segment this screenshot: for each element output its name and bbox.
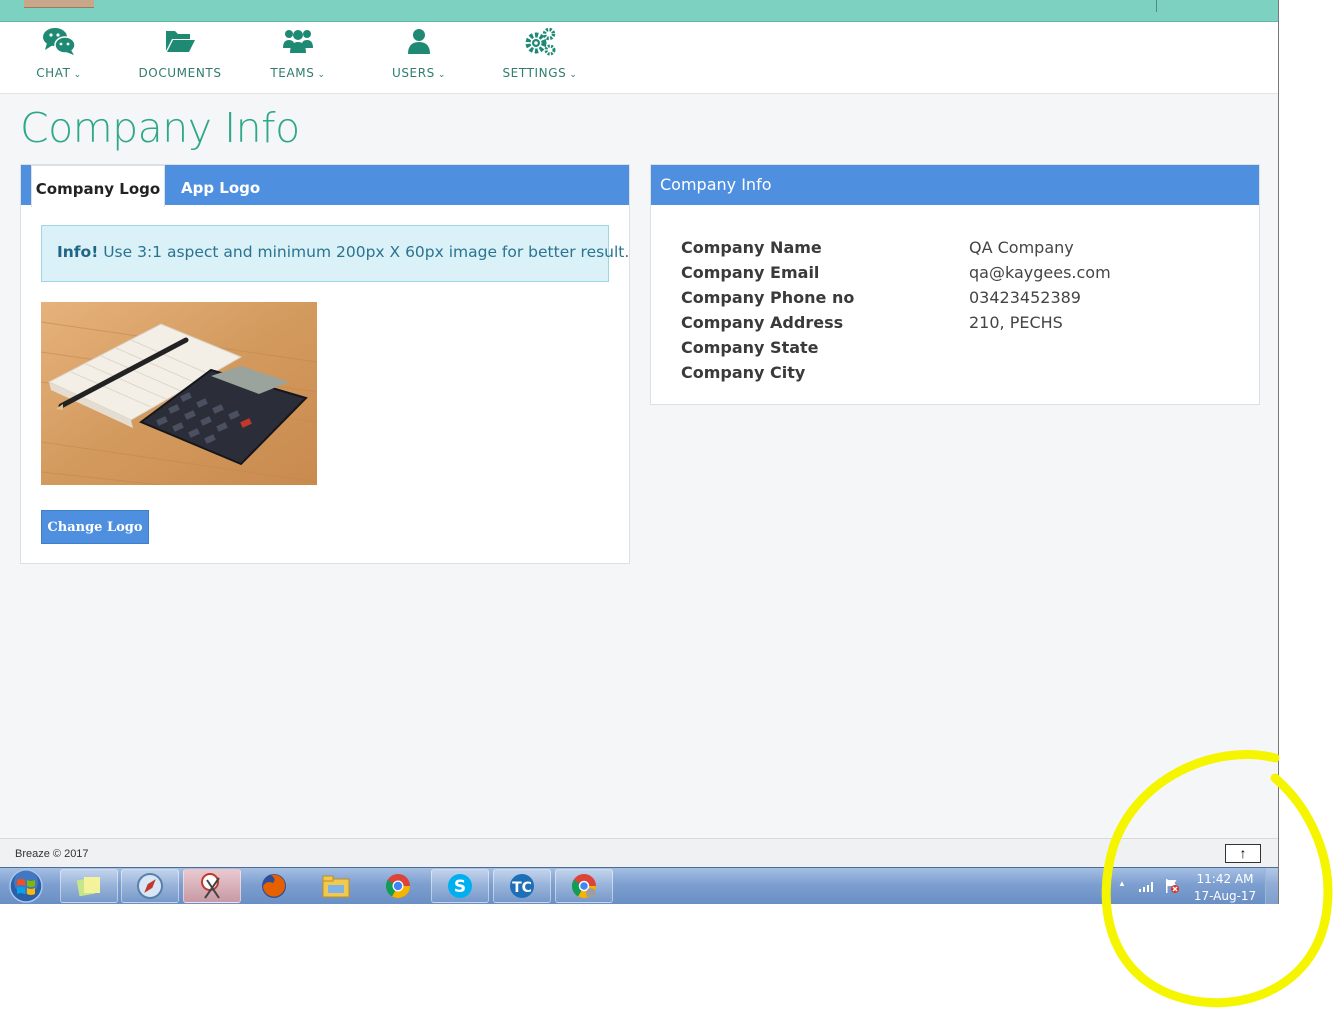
chat-icon: [43, 28, 76, 55]
skype-icon: S: [448, 874, 472, 898]
action-center-flag-icon[interactable]: [1163, 877, 1181, 895]
header-divider: [1156, 0, 1157, 12]
scroll-to-top-button[interactable]: ↑: [1225, 844, 1261, 863]
info-alert-strong: Info!: [57, 243, 99, 261]
footer-copyright: Breaze © 2017: [15, 848, 89, 860]
taskbar-file-explorer[interactable]: [307, 869, 365, 903]
info-alert: Info! Use 3:1 aspect and minimum 200px X…: [41, 225, 629, 282]
tab-company-logo[interactable]: Company Logo: [31, 165, 165, 207]
logo-tab-bar: Company Logo App Logo: [21, 165, 629, 207]
nav-label-chat: CHAT ⌄: [36, 66, 82, 80]
taskbar-chrome[interactable]: [369, 869, 427, 903]
info-row-company-email: Company Email qa@kaygees.com: [681, 263, 1241, 288]
header-thumbnail: [24, 0, 94, 8]
company-info-header: Company Info: [651, 165, 1259, 205]
start-button[interactable]: [5, 868, 47, 904]
info-value: qa@kaygees.com: [969, 263, 1111, 282]
chevron-down-icon: ⌄: [437, 70, 447, 80]
info-value: QA Company: [969, 238, 1074, 257]
info-label: Company Phone no: [681, 288, 855, 307]
tab-app-logo[interactable]: App Logo: [181, 165, 260, 205]
nav-label-users: USERS ⌄: [391, 66, 447, 80]
info-row-company-city: Company City: [681, 363, 1241, 388]
chevron-down-icon: ⌄: [73, 70, 82, 80]
teamcity-icon: TC: [510, 874, 534, 898]
tray-expand-icon[interactable]: ▲: [1118, 879, 1126, 888]
chrome-icon: [385, 874, 410, 899]
info-value: 210, PECHS: [969, 313, 1063, 332]
snipping-tool-icon: [201, 873, 220, 899]
nav-label-settings: SETTINGS ⌄: [502, 66, 578, 80]
users-group-icon: [283, 30, 313, 53]
svg-text:S: S: [454, 877, 466, 897]
taskbar-snipping-tool[interactable]: [183, 869, 241, 903]
network-signal-icon[interactable]: [1138, 879, 1156, 893]
nav-item-users[interactable]: USERS ⌄: [387, 22, 451, 94]
gears-icon: [525, 27, 556, 56]
info-alert-text: Use 3:1 aspect and minimum 200px X 60px …: [98, 243, 630, 261]
info-label: Company Address: [681, 313, 844, 332]
windows-taskbar: S TC ▲ 11:42 AM 17-Aug-17: [0, 867, 1278, 904]
nav-item-teams[interactable]: TEAMS ⌄: [265, 22, 331, 94]
chevron-down-icon: ⌄: [569, 70, 578, 80]
taskbar-chrome-canary[interactable]: [555, 869, 613, 903]
page-footer: Breaze © 2017 ↑: [0, 838, 1278, 867]
taskbar-skype[interactable]: S: [431, 869, 489, 903]
main-navigation: CHAT ⌄ DOCUMENTS TEAMS ⌄ USERS ⌄ SETTING…: [0, 22, 1278, 94]
info-row-company-phone: Company Phone no 03423452389: [681, 288, 1241, 313]
info-label: Company City: [681, 363, 806, 382]
company-info-panel: Company Info Company Name QA Company Com…: [650, 164, 1260, 405]
taskbar-sticky-notes[interactable]: [60, 869, 118, 903]
top-header-bar: [0, 0, 1278, 22]
info-label: Company Name: [681, 238, 822, 257]
page-title: Company Info: [20, 104, 300, 152]
clock-time[interactable]: 11:42 AM: [1190, 872, 1260, 886]
file-explorer-icon: [322, 875, 350, 898]
browser-screen: CHAT ⌄ DOCUMENTS TEAMS ⌄ USERS ⌄ SETTING…: [0, 0, 1279, 904]
clock-date[interactable]: 17-Aug-17: [1190, 889, 1260, 903]
folder-open-icon: [166, 31, 195, 52]
nav-item-chat[interactable]: CHAT ⌄: [24, 22, 94, 94]
firefox-icon: [262, 874, 286, 898]
sticky-notes-icon: [76, 877, 100, 897]
info-row-company-state: Company State: [681, 338, 1241, 363]
arrow-up-icon: ↑: [1239, 845, 1247, 861]
taskbar-firefox[interactable]: [245, 869, 303, 903]
nav-item-documents[interactable]: DOCUMENTS: [138, 22, 222, 94]
safari-icon: [137, 873, 163, 899]
nav-item-settings[interactable]: SETTINGS ⌄: [497, 22, 583, 94]
taskbar-teamcity[interactable]: TC: [493, 869, 551, 903]
show-desktop-button[interactable]: [1265, 868, 1278, 904]
company-logo-image: [41, 302, 317, 485]
nav-label-teams: TEAMS ⌄: [270, 66, 326, 80]
info-label: Company Email: [681, 263, 820, 282]
svg-text:TC: TC: [512, 880, 532, 896]
info-row-company-name: Company Name QA Company: [681, 238, 1241, 263]
user-icon: [408, 29, 430, 54]
logo-panel: Company Logo App Logo Info! Use 3:1 aspe…: [20, 164, 630, 564]
chrome-canary-icon: [571, 874, 596, 899]
nav-label-documents: DOCUMENTS: [138, 66, 222, 80]
info-label: Company State: [681, 338, 819, 357]
change-logo-button[interactable]: Change Logo: [41, 510, 149, 544]
info-row-company-address: Company Address 210, PECHS: [681, 313, 1241, 338]
info-value: 03423452389: [969, 288, 1081, 307]
chevron-down-icon: ⌄: [317, 70, 326, 80]
taskbar-safari[interactable]: [121, 869, 179, 903]
